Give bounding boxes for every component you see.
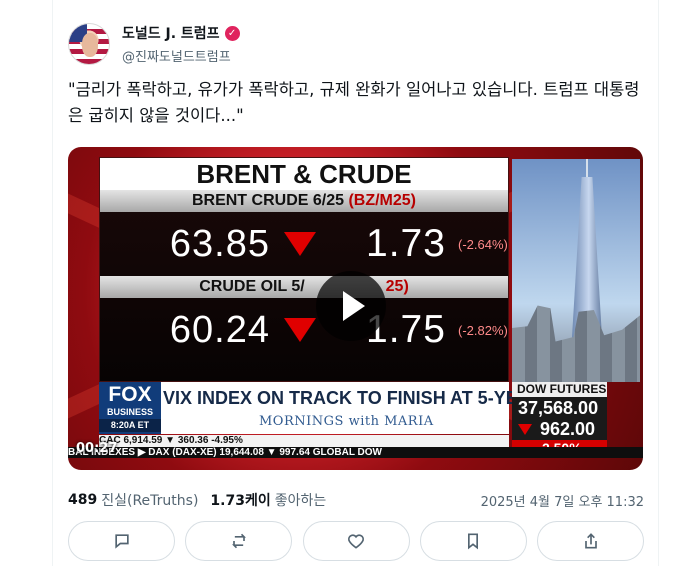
reply-icon xyxy=(114,534,129,549)
skyline-image xyxy=(512,159,640,382)
down-arrow-icon xyxy=(284,232,316,256)
post-text: "금리가 폭락하고, 유가가 폭락하고, 규제 완화가 일어나고 있습니다. 트… xyxy=(68,80,640,125)
ticker-bottom: BAL INDEXES ▶ DAX (DAX-XE) 19,644.08 ▼ 9… xyxy=(68,447,643,458)
down-arrow-icon xyxy=(518,424,532,435)
truth-post: 도널드 J. 트럼프 ✓ @진짜도널드트럼프 "금리가 폭락하고, 유가가 폭락… xyxy=(68,20,644,561)
timeline-left-border xyxy=(52,0,53,566)
news-lower-third: FOX BUSINESS 8:20A ET VIX INDEX ON TRACK… xyxy=(99,382,594,434)
display-name[interactable]: 도널드 J. 트럼프 xyxy=(122,23,220,43)
crude-percent: (-2.82%) xyxy=(458,322,508,338)
share-button[interactable] xyxy=(537,521,644,561)
post-timestamp[interactable]: 2025년 4월 7일 오후 11:32 xyxy=(481,491,644,510)
avatar[interactable] xyxy=(68,23,110,65)
brent-label-strip: BRENT CRUDE 6/25 (BZ/M25) xyxy=(100,190,508,212)
retruths-label[interactable]: 진실(ReTruths) xyxy=(101,490,198,510)
bookmark-icon xyxy=(468,533,479,550)
show-name: MORNINGS with MARIA xyxy=(259,414,434,429)
retruth-icon xyxy=(231,533,246,549)
heart-icon xyxy=(348,534,364,549)
network-sub: BUSINESS xyxy=(106,407,153,417)
crude-price: 60.24 xyxy=(169,308,270,351)
crude-quote-row: 60.24 1.75 (-2.82%) xyxy=(100,298,508,362)
video-player[interactable]: BRENT & CRUDE BRENT CRUDE 6/25 (BZ/M25) … xyxy=(68,147,643,470)
ticker-top: CAC 6,914.59 ▼ 360.36 -4.95% xyxy=(99,435,509,447)
display-name-row: 도널드 J. 트럼프 ✓ xyxy=(122,23,240,43)
panel-title: BRENT & CRUDE xyxy=(100,158,508,190)
retruths-count[interactable]: 489 xyxy=(68,492,97,508)
reply-button[interactable] xyxy=(68,521,175,561)
share-icon xyxy=(584,533,597,549)
likes-count[interactable]: 1.73케이 xyxy=(210,490,270,510)
like-button[interactable] xyxy=(302,521,410,561)
author-info: 도널드 J. 트럼프 ✓ @진짜도널드트럼프 xyxy=(122,23,240,65)
fox-business-logo: FOX BUSINESS 8:20A ET xyxy=(99,382,161,434)
news-headline: VIX INDEX ON TRACK TO FINISH AT 5-YEAR H… xyxy=(163,388,594,408)
dow-value: 37,568.00 xyxy=(518,398,599,418)
dow-change-value: 962.00 xyxy=(540,419,596,439)
dow-label: DOW FUTURES xyxy=(517,382,607,396)
network-name: FOX xyxy=(108,383,152,406)
post-header: 도널드 J. 트럼프 ✓ @진짜도널드트럼프 xyxy=(68,20,644,68)
brent-change: 1.73 xyxy=(366,222,446,265)
brent-price: 63.85 xyxy=(169,222,270,265)
broadcast-time: 8:20A ET xyxy=(99,419,161,432)
post-stats: 489 진실(ReTruths) 1.73케이 좋아하는 2025년 4월 7일… xyxy=(68,489,644,511)
video-timecode: 00:27 xyxy=(76,441,118,456)
play-button-icon[interactable] xyxy=(316,271,386,341)
brent-quote-row: 63.85 1.73 (-2.64%) xyxy=(100,212,508,276)
post-actions xyxy=(68,521,644,563)
crude-label-strip: CRUDE OIL 5/ 25) xyxy=(100,276,508,298)
brent-percent: (-2.64%) xyxy=(458,236,508,252)
timeline-right-border xyxy=(658,0,659,566)
dow-change: 962.00 xyxy=(512,419,607,440)
bookmark-button[interactable] xyxy=(419,521,527,561)
brent-code: (BZ/M25) xyxy=(348,192,417,209)
crude-label: CRUDE OIL 5/ xyxy=(199,278,305,295)
oil-price-panel: BRENT & CRUDE BRENT CRUDE 6/25 (BZ/M25) … xyxy=(99,157,509,382)
user-handle[interactable]: @진짜도널드트럼프 xyxy=(122,46,240,65)
brent-label: BRENT CRUDE 6/25 xyxy=(191,192,344,209)
verified-badge-icon: ✓ xyxy=(224,25,240,41)
likes-label[interactable]: 좋아하는 xyxy=(275,490,327,510)
retruth-button[interactable] xyxy=(185,521,293,561)
down-arrow-icon xyxy=(284,318,316,342)
crude-code: 25) xyxy=(385,278,409,295)
